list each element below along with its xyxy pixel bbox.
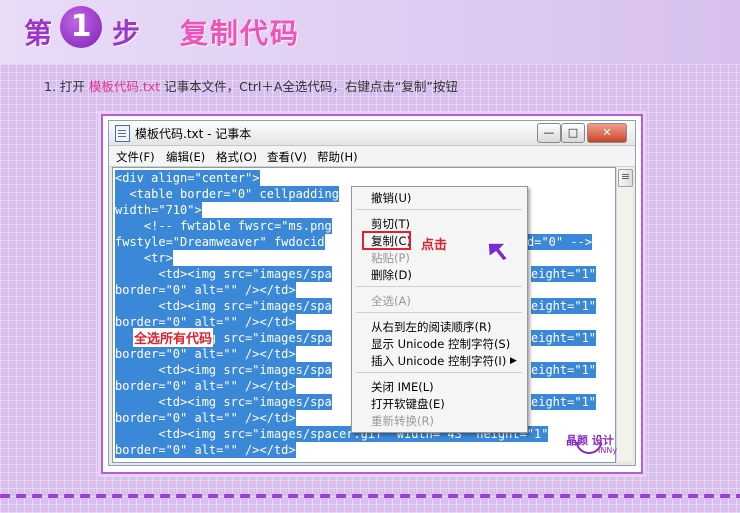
menu-separator [356,286,522,287]
step-prefix: 第 [24,17,53,50]
menu-item-select-all[interactable]: 全选(A) [371,293,411,309]
code-line: <!-- fwtable fwsrc="ms.png [115,218,332,234]
submenu-arrow-icon: ▶ [510,356,517,366]
menu-separator [356,312,522,313]
code-line: border="0" alt="" /></td> [115,442,296,458]
code-line-fragment: eight="1" [531,330,597,346]
context-menu: 撤销(U) 剪切(T) 复制(C) 粘贴(P) 删除(D) 全选(A) 从右到左… [351,186,528,433]
code-line-fragment: eight="1" [531,266,597,282]
instruction-part1: 打开 [59,79,85,94]
step-suffix: 步 [112,17,141,50]
logo-subtext: INNy [598,446,618,455]
close-button[interactable]: ✕ [587,123,627,143]
menu-item-delete[interactable]: 删除(D) [371,267,412,283]
footer-dashed-divider [0,494,740,498]
instruction-part2: 记事本文件，Ctrl＋A全选代码，右键点击“复制”按钮 [164,79,458,94]
step-number-badge: 1 [60,6,102,48]
window-title: 模板代码.txt - 记事本 [135,127,252,141]
instruction-file-name: 模板代码.txt [88,79,161,94]
menu-edit[interactable]: 编辑(E) [166,149,205,165]
code-line: <td><img src="images/spa [115,394,332,410]
code-line: border="0" alt="" /></td> [115,410,296,426]
menu-item-reconvert[interactable]: 重新转换(R) [371,413,434,429]
code-line: fwstyle="Dreamweaver" fwdocid [115,234,325,250]
menu-item-insert-unicode[interactable]: 插入 Unicode 控制字符(I) [371,353,506,369]
copy-highlight-box [362,231,411,250]
menu-bar: 文件(F) 编辑(E) 格式(O) 查看(V) 帮助(H) [109,146,635,167]
menu-item-rtl-reading[interactable]: 从右到左的阅读顺序(R) [371,319,491,335]
menu-separator [356,209,522,210]
menu-item-soft-keyboard[interactable]: 打开软键盘(E) [371,396,445,412]
menu-file[interactable]: 文件(F) [116,149,155,165]
mouse-cursor-icon [487,242,510,262]
code-line: <td><img src="images/spa [115,298,332,314]
step-title: 复制代码 [180,17,301,50]
menu-format[interactable]: 格式(O) [216,149,257,165]
select-all-annotation: 全选所有代码 [133,328,214,347]
vertical-scrollbar[interactable] [616,167,633,461]
menu-item-cut[interactable]: 剪切(T) [371,216,410,232]
menu-view[interactable]: 查看(V) [267,149,307,165]
minimize-button[interactable]: — [537,123,561,143]
code-line: <tr> [115,250,173,266]
instruction-index: 1. [44,79,56,94]
click-annotation: 点击 [421,238,448,253]
code-line-fragment: eight="1" [531,362,597,378]
menu-separator [356,372,522,373]
notepad-icon [115,125,130,142]
code-line: border="0" alt="" /></td> [115,346,296,362]
instruction-text: 1. 打开 模板代码.txt 记事本文件，Ctrl＋A全选代码，右键点击“复制”… [44,76,458,95]
menu-item-show-unicode[interactable]: 显示 Unicode 控制字符(S) [371,336,510,352]
code-line: <div align="center"> [115,170,260,186]
code-line-fragment: eight="1" [531,394,597,410]
code-line: width="710"> [115,202,202,218]
code-line: border="0" alt="" /></td> [115,378,296,394]
menu-help[interactable]: 帮助(H) [317,149,358,165]
maximize-button[interactable]: □ [561,123,585,143]
menu-item-close-ime[interactable]: 关闭 IME(L) [371,379,434,395]
menu-item-paste[interactable]: 粘贴(P) [371,250,410,266]
code-line-fragment: eight="1" [531,298,597,314]
title-bar[interactable]: 模板代码.txt - 记事本 — □ ✕ [109,121,635,146]
code-line: <td><img src="images/spa [115,266,332,282]
menu-item-undo[interactable]: 撤销(U) [371,190,411,206]
scrollbar-thumb[interactable] [618,169,633,187]
code-line: <table border="0" cellpadding [115,186,339,202]
code-line: border="0" alt="" /></td> [115,282,296,298]
code-line-fragment: d="0" --> [527,234,593,250]
code-line: <td><img src="images/spa [115,362,332,378]
header-band [0,0,740,64]
